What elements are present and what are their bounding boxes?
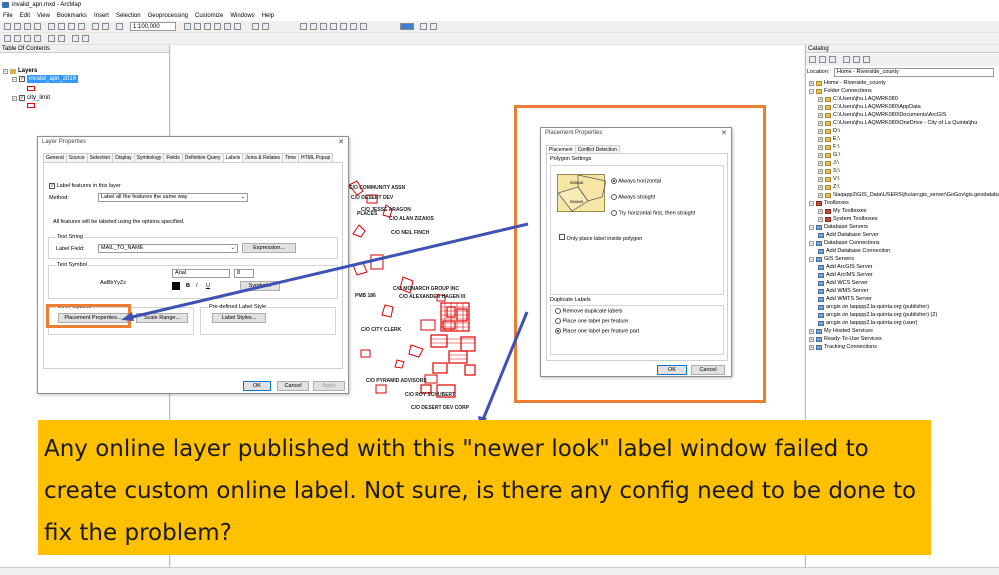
arrow-line-1 bbox=[127, 222, 529, 320]
status-bar bbox=[0, 567, 999, 575]
annotation-caption: Any online layer published with this "ne… bbox=[38, 420, 931, 555]
arrow-head-1 bbox=[121, 312, 134, 321]
arcmap-window: invalid_apn.mxd - ArcMap File Edit View … bbox=[0, 0, 999, 575]
arrow-line-2 bbox=[480, 311, 529, 423]
